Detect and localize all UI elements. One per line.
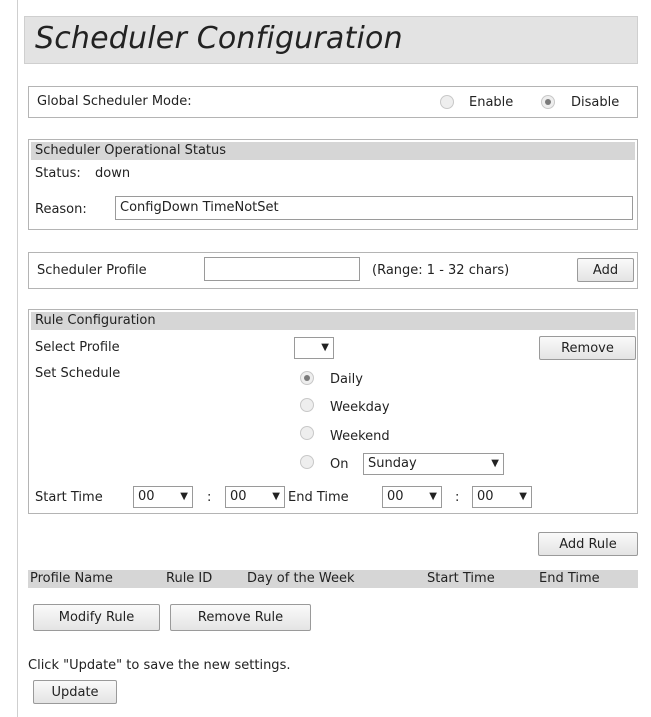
chevron-down-icon: ▼ bbox=[491, 458, 499, 469]
column-header-start-time: Start Time bbox=[427, 571, 495, 586]
end-minute-value: 00 bbox=[477, 489, 494, 504]
rule-configuration-header: Rule Configuration bbox=[31, 312, 635, 330]
end-time-colon: : bbox=[455, 490, 460, 505]
scheduler-profile-box: Scheduler Profile (Range: 1 - 32 chars) … bbox=[28, 252, 638, 289]
remove-profile-button[interactable]: Remove bbox=[539, 336, 636, 360]
start-hour-dropdown[interactable]: 00 ▼ bbox=[133, 486, 193, 508]
rules-table-header: Profile Name Rule ID Day of the Week Sta… bbox=[28, 570, 638, 588]
update-button[interactable]: Update bbox=[33, 680, 117, 704]
end-minute-dropdown[interactable]: 00 ▼ bbox=[472, 486, 532, 508]
rule-configuration-header-text: Rule Configuration bbox=[35, 313, 156, 328]
operational-status-box: Scheduler Operational Status Status: dow… bbox=[28, 139, 638, 230]
weekday-label: Weekday bbox=[330, 400, 390, 415]
day-of-week-dropdown[interactable]: Sunday ▼ bbox=[363, 453, 504, 475]
start-hour-value: 00 bbox=[138, 489, 155, 504]
chevron-down-icon: ▼ bbox=[180, 491, 188, 502]
chevron-down-icon: ▼ bbox=[272, 491, 280, 502]
start-time-label: Start Time bbox=[35, 490, 103, 505]
daily-radio[interactable] bbox=[300, 371, 314, 385]
column-header-rule-id: Rule ID bbox=[166, 571, 213, 586]
on-day-radio[interactable] bbox=[300, 455, 314, 469]
column-header-day-of-week: Day of the Week bbox=[247, 571, 355, 586]
page-title: Scheduler Configuration bbox=[35, 21, 403, 56]
end-time-label: End Time bbox=[288, 490, 349, 505]
on-day-label: On bbox=[330, 457, 349, 472]
select-profile-dropdown[interactable]: ▼ bbox=[294, 337, 334, 359]
enable-radio[interactable] bbox=[440, 95, 454, 109]
reason-field: ConfigDown TimeNotSet bbox=[115, 196, 633, 220]
chevron-down-icon: ▼ bbox=[519, 491, 527, 502]
disable-radio[interactable] bbox=[541, 95, 555, 109]
update-note: Click "Update" to save the new settings. bbox=[28, 658, 291, 673]
start-minute-dropdown[interactable]: 00 ▼ bbox=[225, 486, 285, 508]
scheduler-profile-input[interactable] bbox=[204, 257, 360, 281]
set-schedule-label: Set Schedule bbox=[35, 366, 121, 381]
weekday-radio[interactable] bbox=[300, 398, 314, 412]
end-hour-value: 00 bbox=[387, 489, 404, 504]
global-mode-box: Global Scheduler Mode: Enable Disable bbox=[28, 86, 638, 118]
chevron-down-icon: ▼ bbox=[321, 342, 329, 353]
add-rule-button[interactable]: Add Rule bbox=[538, 532, 638, 556]
chevron-down-icon: ▼ bbox=[429, 491, 437, 502]
column-header-end-time: End Time bbox=[539, 571, 600, 586]
start-minute-value: 00 bbox=[230, 489, 247, 504]
enable-label: Enable bbox=[469, 95, 514, 110]
reason-label: Reason: bbox=[35, 202, 87, 217]
global-mode-label: Global Scheduler Mode: bbox=[37, 94, 192, 109]
status-value: down bbox=[95, 166, 131, 181]
modify-rule-button[interactable]: Modify Rule bbox=[33, 604, 160, 631]
select-profile-label: Select Profile bbox=[35, 340, 120, 355]
add-profile-button[interactable]: Add bbox=[577, 258, 634, 282]
operational-status-header: Scheduler Operational Status bbox=[31, 142, 635, 160]
end-hour-dropdown[interactable]: 00 ▼ bbox=[382, 486, 442, 508]
column-header-profile-name: Profile Name bbox=[30, 571, 113, 586]
remove-rule-button[interactable]: Remove Rule bbox=[170, 604, 311, 631]
status-label: Status: bbox=[35, 166, 81, 181]
profile-range-hint: (Range: 1 - 32 chars) bbox=[372, 263, 510, 278]
operational-status-header-text: Scheduler Operational Status bbox=[35, 143, 227, 158]
title-bar: Scheduler Configuration bbox=[24, 16, 638, 64]
weekend-radio[interactable] bbox=[300, 426, 314, 440]
daily-label: Daily bbox=[330, 372, 363, 387]
start-time-colon: : bbox=[207, 490, 212, 505]
weekend-label: Weekend bbox=[330, 429, 390, 444]
scheduler-profile-label: Scheduler Profile bbox=[37, 263, 147, 278]
day-of-week-value: Sunday bbox=[368, 456, 417, 471]
disable-label: Disable bbox=[571, 95, 620, 110]
rule-configuration-box: Rule Configuration Select Profile ▼ Remo… bbox=[28, 309, 638, 514]
